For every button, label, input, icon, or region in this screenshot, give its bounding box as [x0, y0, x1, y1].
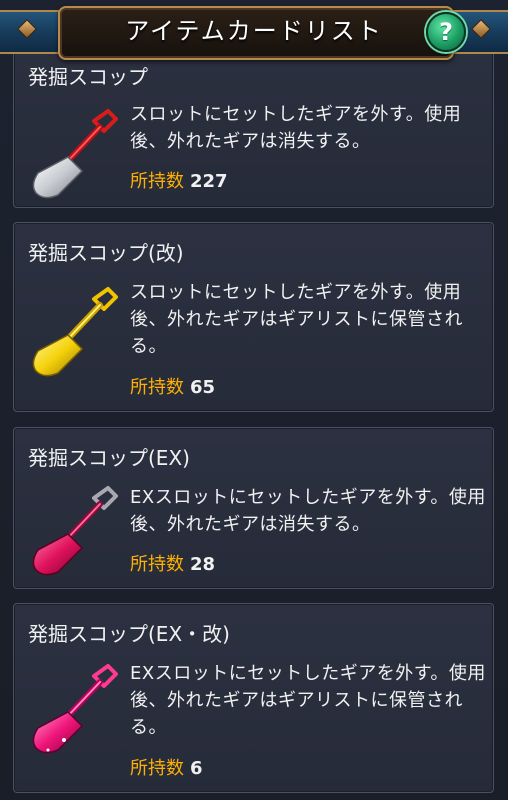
count-label: 所持数: [130, 758, 184, 779]
item-card[interactable]: 発掘スコップ(EX) EXスロットにセットしたギアを外す。使用後、外れたギアは消…: [13, 427, 494, 589]
item-name: 発掘スコップ(改): [28, 241, 184, 265]
count-label: 所持数: [130, 171, 184, 192]
item-description: スロットにセットしたギアを外す。使用後、外れたギアはギアリストに保管される。: [130, 282, 463, 357]
item-count: 所持数 6: [130, 754, 203, 780]
item-card[interactable]: 発掘スコップ(EX・改) EXスロットにセットしたギアを外す。使用後、外れたギア…: [13, 603, 494, 793]
count-value: 227: [190, 171, 228, 192]
item-description: EXスロットにセットしたギアを外す。使用後、外れたギアはギアリストに保管される。: [130, 663, 486, 738]
magenta-shovel-icon: [32, 664, 118, 754]
count-value: 6: [190, 758, 203, 779]
item-card-list-screen: 発掘スコップ スロットにセットしたギアを外す。使用後、外れたギアは消失する。 所…: [0, 0, 508, 800]
item-count: 所持数 227: [130, 167, 228, 193]
item-name: 発掘スコップ: [28, 65, 148, 89]
silver-shovel-icon: [32, 109, 118, 199]
header-bar: アイテムカードリスト ?: [0, 0, 508, 60]
help-button[interactable]: ?: [426, 12, 466, 52]
item-count: 所持数 28: [130, 550, 215, 576]
page-title: アイテムカードリスト: [125, 17, 383, 45]
item-count: 所持数 65: [130, 373, 215, 399]
gold-shovel-icon: [32, 287, 118, 377]
item-list[interactable]: 発掘スコップ スロットにセットしたギアを外す。使用後、外れたギアは消失する。 所…: [0, 0, 508, 800]
count-value: 65: [190, 377, 216, 398]
count-label: 所持数: [130, 377, 184, 398]
crimson-shovel-icon: [32, 486, 118, 576]
item-description: スロットにセットしたギアを外す。使用後、外れたギアは消失する。: [130, 104, 462, 152]
count-value: 28: [190, 554, 216, 575]
count-label: 所持数: [130, 554, 184, 575]
item-description: EXスロットにセットしたギアを外す。使用後、外れたギアは消失する。: [130, 487, 486, 535]
item-name: 発掘スコップ(EX): [28, 446, 190, 470]
item-card[interactable]: 発掘スコップ(改) スロットにセットしたギアを外す。使用後、外れたギアはギアリス…: [13, 222, 494, 412]
item-name: 発掘スコップ(EX・改): [28, 622, 230, 646]
